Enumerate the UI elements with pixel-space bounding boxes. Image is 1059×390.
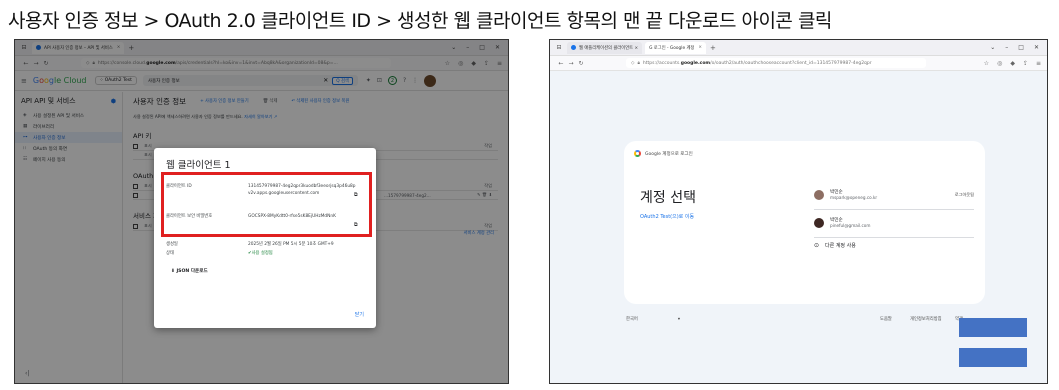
pocket-icon[interactable]: ◎ [997,60,1002,67]
state-row: 상태 ✔사용 설정됨 [166,250,371,257]
avatar [814,190,824,200]
red-highlight-box [161,172,372,237]
dropdown-arrow-icon: ▾ [677,317,681,322]
forward-icon[interactable]: → [566,60,576,67]
redaction-block [959,318,1027,337]
created-row: 생성일 2025년 2월 26일 PM 5시 5분 10초 GMT+9 [166,242,334,247]
language-selector[interactable]: 한국어 ▾ [626,316,680,322]
right-tab-1[interactable]: 웹 애플리케이션의 클라이언트 × [567,41,643,54]
choose-account-title: 계정 선택 [640,190,696,206]
minimize-icon[interactable]: – [1005,44,1008,51]
shield-icon: ◇ [631,60,635,66]
divider [814,237,974,238]
maximize-icon[interactable]: □ [1018,44,1024,51]
extension-icon[interactable]: ◆ [1010,60,1015,67]
right-url-bar: ← → ↻ ◇ 🔒︎ https://accounts. google.com/o… [550,56,1047,71]
reload-icon[interactable]: ↻ [576,60,586,67]
continue-to-app-link[interactable]: OAuth2 Test(으)로 이동 [640,213,694,220]
gcp-favicon-icon [571,45,576,50]
login-header: Google 계정으로 로그인 [634,150,693,157]
use-another-account[interactable]: ⊙ 다른 계정 사용 [814,242,974,249]
left-screenshot: ⊟ API 사용자 인증 정보 – API 및 서비스 × + ⌄ – □ ✕ … [14,39,509,384]
close-tab-icon[interactable]: × [698,45,702,50]
right-screenshot: ⊟ 웹 애플리케이션의 클라이언트 × G 로그인 - Google 계정 × … [549,39,1048,384]
new-tab-icon[interactable]: + [710,44,716,52]
dialog-title: 웹 클라이언트 1 [166,160,231,171]
help-link[interactable]: 도움말 [880,316,892,322]
share-icon[interactable]: ⇪ [1023,60,1028,67]
account-circle-icon: ⊙ [814,242,820,249]
client-details-dialog: 웹 클라이언트 1 클라이언트 ID 131457979987-4eg2qpr3… [154,148,376,328]
page-title: 사용자 인증 정보 > OAuth 2.0 클라이언트 ID > 생성한 웹 클… [8,10,832,32]
right-tab-2[interactable]: G 로그인 - Google 계정 × [645,41,706,54]
menu-icon[interactable]: ≡ [1036,60,1041,67]
back-icon[interactable]: ← [556,60,566,67]
star-icon[interactable]: ☆ [984,60,989,67]
json-download-button[interactable]: ⬇ JSON 다운로드 [171,268,208,274]
google-g-icon [634,150,641,157]
close-dialog-button[interactable]: 닫기 [355,311,364,318]
privacy-link[interactable]: 개인정보처리방침 [910,316,942,322]
lock-icon: 🔒︎ [637,61,640,66]
right-tab-bar: ⊟ 웹 애플리케이션의 클라이언트 × G 로그인 - Google 계정 × … [550,40,1047,56]
right-url-field[interactable]: ◇ 🔒︎ https://accounts. google.com/o/oauth… [626,58,926,68]
divider [814,209,974,210]
tab-overview-icon[interactable]: ⊟ [554,44,564,52]
account-item-1[interactable]: 박민순 mspark@openeg.co.kr 로그아웃됨 [814,189,974,201]
close-window-icon[interactable]: ✕ [1034,44,1039,51]
redaction-block [959,348,1027,367]
status-badge: ✔사용 설정됨 [248,251,273,256]
avatar [814,218,824,228]
account-chooser-card: Google 계정으로 로그인 계정 선택 OAuth2 Test(으)로 이동… [624,141,985,304]
account-item-2[interactable]: 박민순 pineful@gmail.com [814,217,974,229]
chevron-down-icon[interactable]: ⌄ [990,44,995,51]
